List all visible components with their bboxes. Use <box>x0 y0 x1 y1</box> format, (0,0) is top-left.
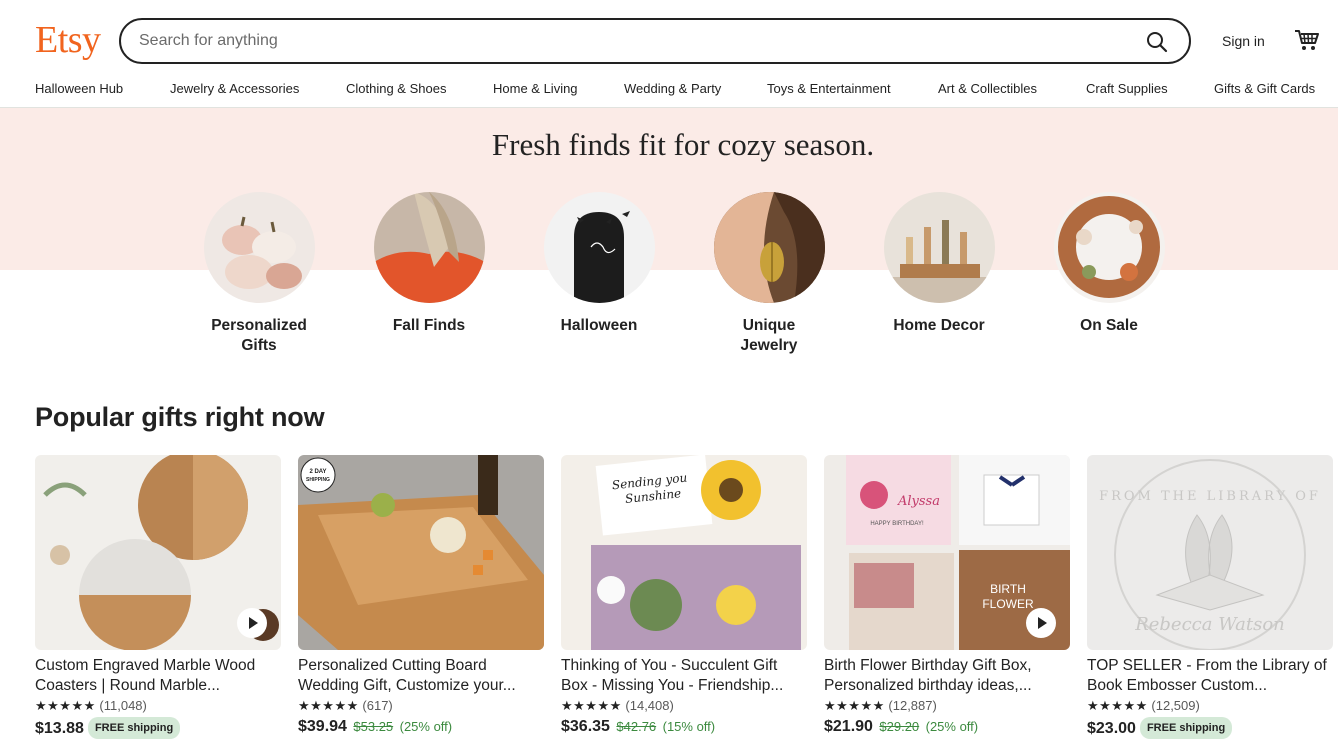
price: $21.90 <box>824 718 873 735</box>
review-count: (14,408) <box>625 698 674 713</box>
star-rating-icon: ★★★★★ <box>561 698 622 713</box>
product-card[interactable]: FROM THE LIBRARY OF Rebecca Watson TOP SE… <box>1087 455 1333 739</box>
product-title[interactable]: Custom Engraved Marble Wood Coasters | R… <box>35 656 281 696</box>
original-price: $29.20 <box>879 719 920 734</box>
product-title[interactable]: Birth Flower Birthday Gift Box, Personal… <box>824 656 1070 696</box>
nav-item-halloween-hub[interactable]: Halloween Hub <box>35 81 123 96</box>
svg-text:BIRTH: BIRTH <box>990 582 1026 596</box>
section-title: Popular gifts right now <box>35 402 325 432</box>
nav-item-toys[interactable]: Toys & Entertainment <box>767 81 891 96</box>
product-card[interactable]: Custom Engraved Marble Wood Coasters | R… <box>35 455 281 739</box>
banner-title: Fresh finds fit for cozy season. <box>491 127 875 162</box>
price: $39.94 <box>298 718 347 735</box>
product-price-row: $39.94 $53.25 (25% off) <box>298 717 544 737</box>
search-input[interactable] <box>139 30 1119 52</box>
product-title[interactable]: TOP SELLER - From the Library of Book Em… <box>1087 656 1333 696</box>
product-image[interactable]: Sending you Sunshine <box>561 455 807 650</box>
category-label: Unique Jewelry <box>740 317 798 354</box>
nav-item-art[interactable]: Art & Collectibles <box>938 81 1037 96</box>
product-rating: ★★★★★ (617) <box>298 698 544 714</box>
category-label: Fall Finds <box>392 317 466 334</box>
discount: (25% off) <box>399 719 453 734</box>
svg-text:FROM THE LIBRARY OF: FROM THE LIBRARY OF <box>1099 489 1321 504</box>
star-rating-icon: ★★★★★ <box>824 698 885 713</box>
product-rating: ★★★★★ (12,887) <box>824 698 1070 714</box>
product-image[interactable]: Alyssa HAPPY BIRTHDAY! BIRTH FLOWER <box>824 455 1070 650</box>
category-image <box>883 192 995 303</box>
star-rating-icon: ★★★★★ <box>35 698 96 713</box>
product-card[interactable]: Sending you Sunshine Thinking of You - Su… <box>561 455 807 737</box>
review-count: (12,509) <box>1151 698 1200 713</box>
category-unique-jewelry[interactable]: Unique Jewelry <box>694 192 844 356</box>
nav-item-clothing[interactable]: Clothing & Shoes <box>346 81 446 96</box>
star-rating-icon: ★★★★★ <box>298 698 359 713</box>
category-personalized-gifts[interactable]: Personalized Gifts <box>184 192 334 356</box>
product-price-row: $36.35 $42.76 (15% off) <box>561 717 807 737</box>
category-on-sale[interactable]: On Sale <box>1034 192 1184 336</box>
svg-text:Rebecca Watson: Rebecca Watson <box>1134 614 1285 635</box>
category-image <box>543 192 655 303</box>
nav-item-wedding[interactable]: Wedding & Party <box>624 81 721 96</box>
price: $13.88 <box>35 720 84 737</box>
discount: (15% off) <box>662 719 716 734</box>
play-icon[interactable] <box>237 608 267 638</box>
original-price: $53.25 <box>353 719 394 734</box>
product-card[interactable]: Alyssa HAPPY BIRTHDAY! BIRTH FLOWER Birth F… <box>824 455 1070 737</box>
price: $23.00 <box>1087 720 1136 737</box>
price: $36.35 <box>561 718 610 735</box>
product-card[interactable]: 2 DAY SHIPPING Personalized Cutting Board… <box>298 455 544 737</box>
svg-text:HAPPY BIRTHDAY!: HAPPY BIRTHDAY! <box>870 521 924 527</box>
search-bar[interactable] <box>119 18 1191 64</box>
svg-text:Alyssa: Alyssa <box>897 494 940 509</box>
category-label: On Sale <box>1080 317 1138 334</box>
review-count: (11,048) <box>99 698 147 713</box>
free-shipping-badge: FREE shipping <box>1139 717 1233 739</box>
category-fall-finds[interactable]: Fall Finds <box>354 192 504 336</box>
review-count: (12,887) <box>888 698 937 713</box>
cart-icon[interactable] <box>1294 28 1320 52</box>
category-label: Personalized Gifts <box>211 317 307 354</box>
category-image <box>713 192 825 303</box>
nav-item-jewelry[interactable]: Jewelry & Accessories <box>170 81 299 96</box>
product-rating: ★★★★★ (14,408) <box>561 698 807 714</box>
category-image <box>1053 192 1165 303</box>
original-price: $42.76 <box>616 719 657 734</box>
svg-text:2 DAY: 2 DAY <box>309 469 326 475</box>
category-halloween[interactable]: Halloween <box>524 192 674 336</box>
category-label: Halloween <box>560 317 638 334</box>
product-title[interactable]: Personalized Cutting Board Wedding Gift,… <box>298 656 544 696</box>
category-image <box>203 192 315 303</box>
product-rating: ★★★★★ (11,048) <box>35 698 281 714</box>
header: Etsy Sign in <box>0 0 1338 80</box>
product-image[interactable] <box>35 455 281 650</box>
product-image[interactable]: FROM THE LIBRARY OF Rebecca Watson <box>1087 455 1333 650</box>
nav-item-craft[interactable]: Craft Supplies <box>1086 81 1168 96</box>
sign-in-link[interactable]: Sign in <box>1222 33 1265 49</box>
product-rating: ★★★★★ (12,509) <box>1087 698 1333 714</box>
product-price-row: $23.00 FREE shipping <box>1087 717 1333 739</box>
nav-item-gifts[interactable]: Gifts & Gift Cards <box>1214 81 1315 96</box>
category-nav: Halloween Hub Jewelry & Accessories Clot… <box>0 80 1338 108</box>
star-rating-icon: ★★★★★ <box>1087 698 1148 713</box>
etsy-logo[interactable]: Etsy <box>35 18 101 62</box>
product-price-row: $21.90 $29.20 (25% off) <box>824 717 1070 737</box>
category-home-decor[interactable]: Home Decor <box>864 192 1014 336</box>
svg-text:SHIPPING: SHIPPING <box>306 477 330 483</box>
search-icon[interactable] <box>1145 30 1169 54</box>
review-count: (617) <box>362 698 393 713</box>
discount: (25% off) <box>925 719 979 734</box>
product-title[interactable]: Thinking of You - Succulent Gift Box - M… <box>561 656 807 696</box>
play-icon[interactable] <box>1026 608 1056 638</box>
category-label: Home Decor <box>893 317 985 334</box>
nav-item-home-living[interactable]: Home & Living <box>493 81 578 96</box>
category-image <box>373 192 485 303</box>
svg-text:FLOWER: FLOWER <box>982 597 1034 611</box>
product-price-row: $13.88 FREE shipping <box>35 717 281 739</box>
product-image[interactable]: 2 DAY SHIPPING <box>298 455 544 650</box>
free-shipping-badge: FREE shipping <box>87 717 181 739</box>
